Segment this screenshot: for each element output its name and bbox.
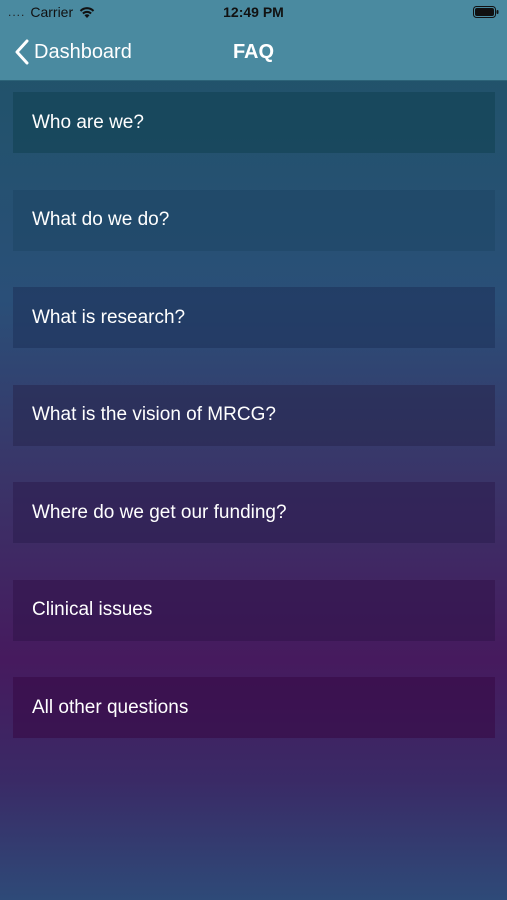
- faq-item-vision-of-mrcg[interactable]: What is the vision of MRCG?: [13, 384, 495, 446]
- faq-item-funding[interactable]: Where do we get our funding?: [13, 482, 495, 543]
- faq-item-label: What do we do?: [32, 209, 170, 230]
- faq-item-other-questions[interactable]: All other questions: [13, 677, 495, 738]
- faq-list: Who are we? What do we do? What is resea…: [13, 92, 495, 775]
- page-title: FAQ: [232, 41, 275, 63]
- faq-item-label: Who are we?: [32, 111, 144, 133]
- navigation-bar: Dashboard FAQ: [0, 26, 507, 81]
- faq-item-who-are-we[interactable]: Who are we?: [13, 92, 495, 153]
- faq-item-label: All other questions: [32, 696, 189, 718]
- faq-item-label: Clinical issues: [32, 599, 153, 620]
- faq-item-clinical-issues[interactable]: Clinical issues: [13, 579, 495, 641]
- status-bar: .... Carrier 12:49 PM: [0, 0, 507, 26]
- faq-item-label: Where do we get our funding?: [32, 501, 287, 523]
- status-time: 12:49 PM: [223, 4, 284, 20]
- battery-icon: [473, 6, 499, 18]
- faq-item-label: What is research?: [32, 306, 186, 328]
- faq-item-what-do-we-do[interactable]: What do we do?: [13, 189, 495, 251]
- faq-item-label: What is the vision of MRCG?: [32, 404, 276, 425]
- faq-item-what-is-research[interactable]: What is research?: [13, 287, 495, 348]
